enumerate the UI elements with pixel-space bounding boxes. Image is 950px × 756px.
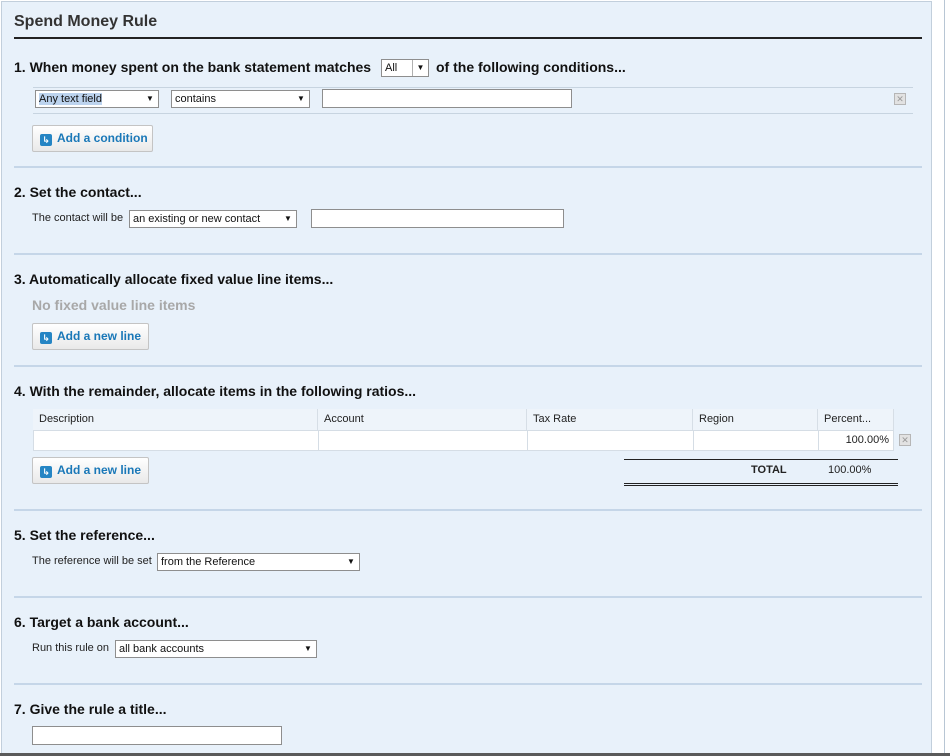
rule-form-panel: Spend Money Rule 1. When money spent on … — [1, 1, 932, 754]
total-value: 100.00% — [828, 464, 872, 476]
bank-account-label: Run this rule on — [32, 642, 110, 654]
description-cell[interactable] — [34, 431, 319, 450]
add-ratio-line-label: Add a new line — [57, 463, 142, 477]
delete-icon[interactable]: ✕ — [899, 434, 911, 446]
empty-lines-text: No fixed value line items — [32, 297, 196, 313]
section-divider — [14, 596, 922, 598]
section-1-heading-post: of the following conditions... — [436, 59, 626, 75]
match-select-value: All — [385, 62, 398, 74]
window-edge — [944, 0, 945, 756]
chevron-down-icon: ▼ — [146, 94, 154, 103]
section-1-heading-pre: 1. When money spent on the bank statemen… — [14, 59, 372, 75]
column-header: Region — [693, 409, 818, 430]
contact-select[interactable]: an existing or new contact ▼ — [129, 210, 297, 228]
total-label: TOTAL — [751, 464, 787, 476]
add-condition-label: Add a condition — [57, 131, 148, 145]
match-select[interactable]: All ▼ — [381, 59, 429, 77]
section-6-heading: 6. Target a bank account... — [14, 614, 189, 630]
add-condition-button[interactable]: ↳ Add a condition — [32, 125, 153, 152]
section-7-heading: 7. Give the rule a title... — [14, 701, 167, 717]
add-icon: ↳ — [40, 332, 52, 344]
rule-title-input[interactable] — [32, 726, 282, 745]
chevron-down-icon: ▼ — [347, 557, 355, 566]
delete-icon[interactable]: ✕ — [894, 93, 906, 105]
total-top-rule — [624, 459, 898, 460]
column-header: Tax Rate — [527, 409, 693, 430]
add-ratio-line-button[interactable]: ↳ Add a new line — [32, 457, 149, 484]
chevron-down-icon: ▼ — [304, 644, 312, 653]
add-icon: ↳ — [40, 466, 52, 478]
add-icon: ↳ — [40, 134, 52, 146]
reference-select-value: from the Reference — [161, 556, 256, 568]
bank-account-select-value: all bank accounts — [119, 643, 204, 655]
column-header: Description — [33, 409, 318, 430]
condition-field-value: Any text field — [39, 93, 102, 105]
section-divider — [14, 365, 922, 367]
section-divider — [14, 253, 922, 255]
condition-field-select[interactable]: Any text field ▼ — [35, 90, 159, 108]
section-5-heading: 5. Set the reference... — [14, 527, 155, 543]
region-cell[interactable] — [694, 431, 819, 450]
table-row: 100.00% — [33, 430, 894, 451]
add-fixed-line-label: Add a new line — [57, 329, 142, 343]
condition-operator-value: contains — [175, 93, 216, 105]
bank-account-select[interactable]: all bank accounts ▼ — [115, 640, 317, 658]
chevron-down-icon: ▼ — [284, 214, 292, 223]
reference-label: The reference will be set — [32, 555, 152, 567]
section-divider — [14, 166, 922, 168]
chevron-down-icon: ▼ — [297, 94, 305, 103]
percent-cell[interactable]: 100.00% — [819, 431, 893, 450]
total-bottom-rule — [624, 483, 898, 486]
page-title: Spend Money Rule — [14, 13, 158, 30]
section-divider — [14, 509, 922, 511]
title-divider — [14, 37, 922, 39]
condition-operator-select[interactable]: contains ▼ — [171, 90, 310, 108]
section-3-heading: 3. Automatically allocate fixed value li… — [14, 271, 334, 287]
ratio-table-header: Description Account Tax Rate Region Perc… — [33, 409, 894, 430]
section-4-heading: 4. With the remainder, allocate items in… — [14, 383, 417, 399]
column-header: Percent... — [818, 409, 894, 430]
contact-label: The contact will be — [32, 212, 124, 224]
contact-input[interactable] — [311, 209, 564, 228]
account-cell[interactable] — [319, 431, 528, 450]
chevron-down-icon: ▼ — [412, 60, 428, 76]
section-divider — [14, 683, 922, 685]
section-2-heading: 2. Set the contact... — [14, 184, 142, 200]
condition-value-input[interactable] — [322, 89, 572, 108]
add-fixed-line-button[interactable]: ↳ Add a new line — [32, 323, 149, 350]
tax-rate-cell[interactable] — [528, 431, 694, 450]
contact-select-value: an existing or new contact — [133, 213, 261, 225]
reference-select[interactable]: from the Reference ▼ — [157, 553, 360, 571]
column-header: Account — [318, 409, 527, 430]
